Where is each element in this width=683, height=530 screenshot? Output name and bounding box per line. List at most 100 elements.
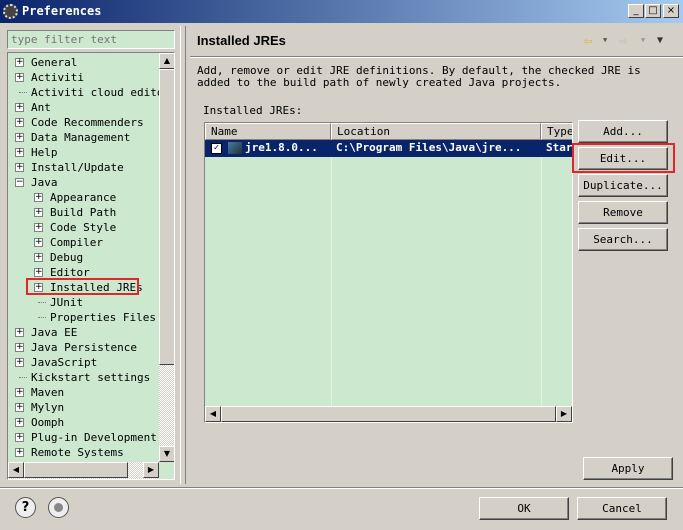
expand-icon[interactable]: + xyxy=(15,103,24,112)
ok-button[interactable]: OK xyxy=(479,497,569,520)
expand-icon[interactable]: + xyxy=(34,253,43,262)
expand-icon[interactable]: + xyxy=(34,268,43,277)
scroll-up-arrow-icon[interactable]: ▲ xyxy=(159,53,174,69)
tree-item-label: Ant xyxy=(31,101,51,114)
collapse-icon[interactable]: − xyxy=(15,178,24,187)
table-horizontal-scrollbar[interactable]: ◀ ▶ xyxy=(205,406,572,422)
tree-connector xyxy=(19,92,27,93)
record-icon[interactable] xyxy=(48,497,69,518)
expand-icon[interactable]: + xyxy=(15,148,24,157)
tree-item-label: Activiti xyxy=(31,71,84,84)
tree-item-label: JUnit xyxy=(50,296,84,309)
tree-item[interactable]: + Plug-in Development xyxy=(8,430,158,445)
tree-item-label: JavaScript xyxy=(31,356,98,369)
expand-icon[interactable]: + xyxy=(15,358,24,367)
tree-item[interactable]: + Data Management xyxy=(8,130,158,145)
expand-icon[interactable]: + xyxy=(15,133,24,142)
scroll-left-arrow-icon[interactable]: ◀ xyxy=(8,462,24,478)
checkbox-checked[interactable]: ✓ xyxy=(211,143,222,154)
tree-item[interactable]: + Remote Systems xyxy=(8,445,158,460)
tree-vertical-scrollbar[interactable]: ▲ ▼ xyxy=(159,53,174,462)
tree-item[interactable]: + Help xyxy=(8,145,158,160)
scroll-right-arrow-icon[interactable]: ▶ xyxy=(143,462,159,478)
tree-item[interactable]: Kickstart settings xyxy=(8,370,158,385)
expand-icon[interactable]: + xyxy=(15,343,24,352)
cancel-button[interactable]: Cancel xyxy=(577,497,667,520)
cell-type: Star xyxy=(546,141,573,154)
tree-item[interactable]: + Ant xyxy=(8,100,158,115)
forward-menu-icon[interactable]: ▼ xyxy=(641,36,645,44)
app-icon xyxy=(3,4,18,19)
tree-item[interactable]: Properties Files E xyxy=(8,310,169,325)
tree-connector xyxy=(19,377,27,378)
expand-icon[interactable]: + xyxy=(15,403,24,412)
expand-icon[interactable]: + xyxy=(15,433,24,442)
tree-item-label: Plug-in Development xyxy=(31,431,157,444)
expand-icon[interactable]: + xyxy=(34,238,43,247)
sash-divider[interactable] xyxy=(180,26,186,484)
filter-input[interactable] xyxy=(7,30,175,49)
table-row[interactable]: ✓ jre1.8.0... C:\Program Files\Java\jre.… xyxy=(205,140,573,157)
search-button[interactable]: Search... xyxy=(578,228,668,251)
forward-arrow-icon[interactable]: ⇨ xyxy=(619,33,627,49)
tree-item[interactable]: + Install/Update xyxy=(8,160,158,175)
expand-icon[interactable]: + xyxy=(15,118,24,127)
column-header-name[interactable]: Name xyxy=(205,123,331,140)
cell-name: jre1.8.0... xyxy=(245,141,318,154)
minimize-button[interactable]: _ xyxy=(628,4,644,18)
expand-icon[interactable]: + xyxy=(34,223,43,232)
duplicate-button[interactable]: Duplicate... xyxy=(578,174,668,197)
tree-item[interactable]: + Activiti xyxy=(8,70,158,85)
expand-icon[interactable]: + xyxy=(34,193,43,202)
column-header-type[interactable]: Type xyxy=(541,123,572,140)
scroll-thumb[interactable] xyxy=(159,69,174,365)
tree-item[interactable]: + Java Persistence xyxy=(8,340,158,355)
tree-horizontal-scrollbar[interactable]: ◀ ▶ xyxy=(8,462,159,479)
expand-icon[interactable]: + xyxy=(15,328,24,337)
tree-item[interactable]: + JavaScript xyxy=(8,355,158,370)
view-menu-icon[interactable]: ▼ xyxy=(657,35,663,46)
tree-item-label: Properties Files E xyxy=(50,311,170,324)
tree-item[interactable]: + Maven xyxy=(8,385,158,400)
tree-item[interactable]: + Appearance xyxy=(8,190,158,205)
close-button[interactable]: × xyxy=(663,4,679,18)
expand-icon[interactable]: + xyxy=(15,73,24,82)
preference-tree[interactable]: + General + Activiti Activiti cloud editor + A… xyxy=(7,52,175,480)
tree-item[interactable]: + Debug xyxy=(8,250,158,265)
expand-icon[interactable]: + xyxy=(15,388,24,397)
expand-icon[interactable]: + xyxy=(15,448,24,457)
scroll-right-arrow-icon[interactable]: ▶ xyxy=(556,406,572,422)
tree-item[interactable]: Activiti cloud editor xyxy=(8,85,170,100)
scroll-left-arrow-icon[interactable]: ◀ xyxy=(205,406,221,422)
tree-connector xyxy=(38,317,46,318)
jre-table[interactable]: Name Location Type ✓ jre1.8.0... C:\Prog… xyxy=(204,122,573,423)
help-icon[interactable]: ? xyxy=(15,497,36,518)
tree-item[interactable]: + Java EE xyxy=(8,325,158,340)
maximize-button[interactable]: □ xyxy=(645,4,661,18)
expand-icon[interactable]: + xyxy=(34,208,43,217)
back-menu-icon[interactable]: ▼ xyxy=(603,36,607,44)
tree-item[interactable]: − Java xyxy=(8,175,158,190)
expand-icon[interactable]: + xyxy=(15,163,24,172)
tree-item[interactable]: + Oomph xyxy=(8,415,158,430)
apply-button[interactable]: Apply xyxy=(583,457,673,480)
remove-button[interactable]: Remove xyxy=(578,201,668,224)
hscroll-thumb[interactable] xyxy=(24,462,128,478)
expand-icon[interactable]: + xyxy=(15,58,24,67)
tree-item[interactable]: + General xyxy=(8,55,158,70)
back-arrow-icon[interactable]: ⇦ xyxy=(584,33,592,49)
expand-icon[interactable]: + xyxy=(15,418,24,427)
tree-item-label: Kickstart settings xyxy=(31,371,151,384)
title-bar: Preferences xyxy=(0,0,683,23)
add-button[interactable]: Add... xyxy=(578,120,668,143)
scroll-down-arrow-icon[interactable]: ▼ xyxy=(159,446,174,462)
column-header-location[interactable]: Location xyxy=(331,123,541,140)
tree-item[interactable]: JUnit xyxy=(8,295,158,310)
page-title: Installed JREs xyxy=(197,33,286,48)
tree-item[interactable]: + Code Recommenders xyxy=(8,115,158,130)
tree-item[interactable]: + Build Path xyxy=(8,205,158,220)
tree-item[interactable]: + Compiler xyxy=(8,235,158,250)
tree-item[interactable]: + Mylyn xyxy=(8,400,158,415)
hscroll-thumb[interactable] xyxy=(221,406,556,422)
tree-item[interactable]: + Code Style xyxy=(8,220,158,235)
